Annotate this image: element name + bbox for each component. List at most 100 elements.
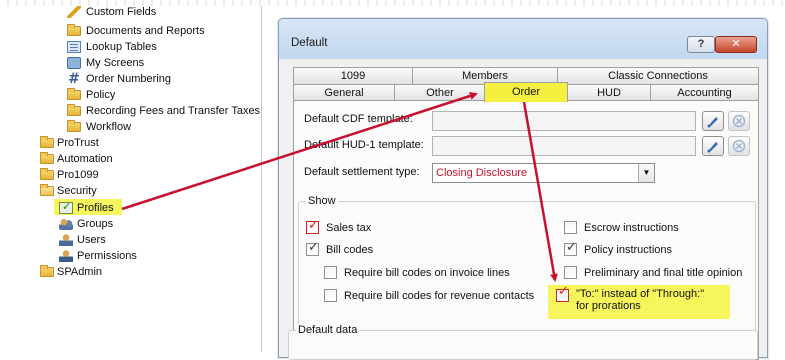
checkbox-box[interactable]	[324, 266, 337, 279]
torn-edge-top	[0, 0, 785, 6]
tree-item-users[interactable]: Users	[59, 232, 106, 247]
require-invoice-checkbox[interactable]: Require bill codes on invoice lines	[324, 266, 510, 279]
tree-item-custom-fields[interactable]: Custom Fields	[67, 4, 156, 19]
clear-icon	[732, 139, 746, 153]
folder-icon	[40, 265, 54, 277]
user-icon	[59, 233, 73, 246]
hud-template-label: Default HUD-1 template:	[304, 139, 424, 151]
tree-item-automation[interactable]: Automation	[40, 151, 113, 166]
tree-item-workflow[interactable]: Workflow	[67, 119, 131, 134]
help-button[interactable]: ?	[687, 36, 715, 53]
tree-item-pro1099[interactable]: Pro1099	[40, 167, 99, 182]
tree-item-label: Custom Fields	[86, 5, 157, 18]
folder-icon	[40, 152, 54, 164]
screens-icon	[67, 56, 81, 69]
tree-item-label: Profiles	[77, 201, 114, 214]
settlement-type-select[interactable]: Closing Disclosure ▼	[432, 163, 655, 183]
checkbox-label: Preliminary and final title opinion	[584, 266, 743, 279]
checkbox-box[interactable]	[556, 286, 569, 302]
folder-icon	[40, 136, 54, 148]
tree-item-security[interactable]: Security	[40, 183, 97, 198]
tree-item-label: Permissions	[77, 249, 137, 262]
tab-1099[interactable]: 1099	[293, 67, 413, 85]
tab-order[interactable]: Order	[484, 82, 568, 102]
close-button[interactable]: ✕	[715, 36, 757, 53]
checkbox-box[interactable]	[564, 240, 577, 256]
default-data-group: Default data	[288, 324, 758, 360]
tab-classic-connections[interactable]: Classic Connections	[557, 67, 759, 85]
checkbox-label: Require bill codes on invoice lines	[344, 266, 510, 279]
checkbox-label: Bill codes	[326, 243, 374, 256]
cdf-template-field[interactable]	[432, 111, 696, 131]
checkbox-box[interactable]	[564, 266, 577, 279]
tree-item-label: ProTrust	[57, 136, 99, 149]
cdf-template-label: Default CDF template:	[304, 113, 413, 125]
cdf-edit-button[interactable]	[702, 111, 724, 131]
folder-icon	[67, 104, 81, 116]
tree-item-label: Security	[57, 184, 97, 197]
profiles-icon	[59, 200, 73, 214]
permissions-icon	[59, 249, 73, 262]
bill-codes-checkbox[interactable]: Bill codes	[306, 240, 374, 256]
folder-icon	[67, 120, 81, 132]
preliminary-opinion-checkbox[interactable]: Preliminary and final title opinion	[564, 266, 742, 279]
tree-item-label: Groups	[77, 217, 114, 230]
folder-icon	[67, 24, 81, 36]
tree-item-profiles[interactable]: Profiles	[59, 200, 114, 215]
checkbox-label: Sales tax	[326, 221, 372, 234]
tree-item-label: Pro1099	[57, 168, 99, 181]
edit-pen-icon	[707, 117, 718, 128]
settlement-type-label: Default settlement type:	[304, 166, 420, 178]
folder-icon	[67, 88, 81, 100]
tree-item-label: Order Numbering	[86, 72, 171, 85]
to-instead-of-through-checkbox[interactable]: "To:" instead of "Through:" for proratio…	[556, 286, 704, 312]
to-instead-line2: for prorations	[576, 300, 641, 312]
tree-item-label: Workflow	[86, 120, 132, 133]
checkbox-label: "To:" instead of "Through:" for proratio…	[576, 288, 704, 312]
tree-item-lookup-tables[interactable]: Lookup Tables	[67, 39, 157, 54]
groups-icon	[59, 217, 73, 230]
tree-item-groups[interactable]: Groups	[59, 216, 113, 231]
checkbox-box[interactable]	[564, 221, 577, 234]
show-legend: Show	[306, 195, 338, 207]
require-revenue-checkbox[interactable]: Require bill codes for revenue contacts	[324, 289, 534, 302]
tree-item-label: Automation	[57, 152, 113, 165]
sales-tax-checkbox[interactable]: Sales tax	[306, 218, 372, 234]
cdf-clear-button[interactable]	[728, 111, 750, 131]
settlement-type-value: Closing Disclosure	[436, 167, 528, 179]
tree-item-label: My Screens	[86, 56, 145, 69]
checkbox-box[interactable]	[306, 240, 319, 256]
tree-item-order-numbering[interactable]: # Order Numbering	[67, 71, 171, 86]
tree-item-recording-fees[interactable]: Recording Fees and Transfer Taxes	[67, 103, 260, 118]
tree-item-policy[interactable]: Policy	[67, 87, 115, 102]
tree-item-protrust[interactable]: ProTrust	[40, 135, 99, 150]
pencil-icon	[67, 5, 81, 18]
tree-item-spadmin[interactable]: SPAdmin	[40, 264, 102, 279]
escrow-instructions-checkbox[interactable]: Escrow instructions	[564, 221, 679, 234]
hud-edit-button[interactable]	[702, 136, 724, 156]
folder-icon	[40, 168, 54, 180]
hash-icon: #	[68, 70, 80, 87]
hud-clear-button[interactable]	[728, 136, 750, 156]
tree-item-label: Users	[77, 233, 106, 246]
policy-instructions-checkbox[interactable]: Policy instructions	[564, 240, 673, 256]
tree-item-permissions[interactable]: Permissions	[59, 248, 137, 263]
checkbox-label: Policy instructions	[584, 243, 673, 256]
checkbox-box[interactable]	[306, 218, 319, 234]
tree-item-label: Documents and Reports	[86, 24, 205, 37]
clear-icon	[732, 114, 746, 128]
tree-item-documents-and-reports[interactable]: Documents and Reports	[67, 23, 205, 38]
checkbox-label: Require bill codes for revenue contacts	[344, 289, 535, 302]
to-instead-line1: "To:" instead of "Through:"	[576, 288, 705, 300]
default-data-legend: Default data	[296, 324, 360, 336]
hud-template-field[interactable]	[432, 136, 696, 156]
tree-item-my-screens[interactable]: My Screens	[67, 55, 144, 70]
checkbox-box[interactable]	[324, 289, 337, 302]
dialog-title: Default	[291, 37, 328, 49]
dropdown-arrow-icon[interactable]: ▼	[638, 164, 654, 182]
folder-open-icon	[40, 184, 54, 196]
tree-item-label: Policy	[86, 88, 116, 101]
edit-pen-icon	[707, 142, 718, 153]
order-tab-panel: Default CDF template: Default HUD-1 temp…	[293, 100, 759, 360]
dialog-titlebar[interactable]: Default ? ✕	[279, 19, 767, 59]
